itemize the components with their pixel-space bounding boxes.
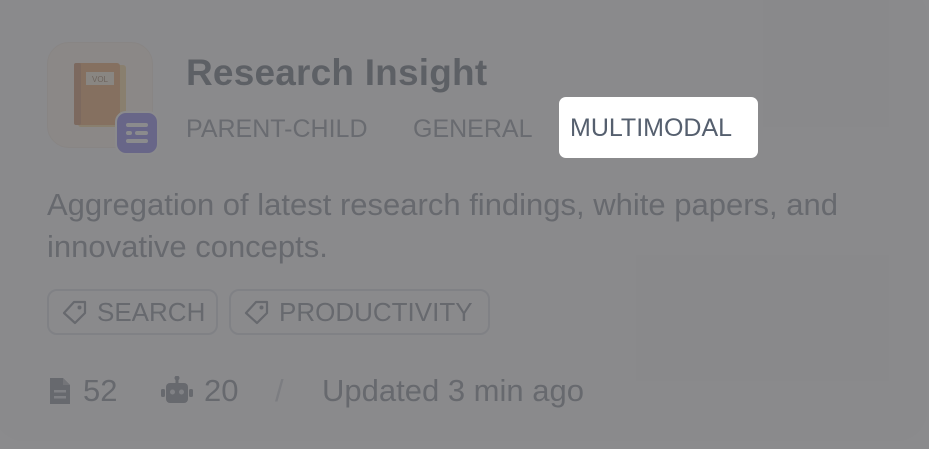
robot-icon: [161, 376, 193, 403]
document-icon: [50, 378, 70, 404]
document-list-icon: [126, 123, 148, 143]
app-count: 20: [160, 370, 238, 412]
app-count-value: 20: [204, 373, 239, 408]
stats-separator: /: [275, 373, 284, 408]
tag-icon: [62, 300, 87, 325]
svg-text:VOL: VOL: [92, 75, 109, 84]
document-count-value: 52: [83, 373, 118, 408]
updated-time: Updated 3 min ago: [322, 373, 584, 408]
mode-tag-parent-child: PARENT-CHILD: [186, 115, 368, 143]
chip-productivity[interactable]: PRODUCTIVITY: [229, 289, 490, 335]
mode-tag-multimodal[interactable]: MULTIMODAL: [559, 97, 758, 158]
mode-tag-multimodal-label: MULTIMODAL: [570, 114, 733, 142]
type-badge: [115, 111, 159, 155]
mode-tag-general: GENERAL: [413, 115, 533, 143]
chip-label: SEARCH: [97, 296, 206, 327]
chip-label: PRODUCTIVITY: [279, 296, 473, 327]
tag-icon: [244, 300, 269, 325]
knowledge-description: Aggregation of latest research findings,…: [47, 187, 838, 264]
knowledge-title[interactable]: Research Insight: [186, 52, 487, 94]
document-count: 52: [47, 370, 117, 412]
chip-search[interactable]: SEARCH: [47, 289, 218, 335]
